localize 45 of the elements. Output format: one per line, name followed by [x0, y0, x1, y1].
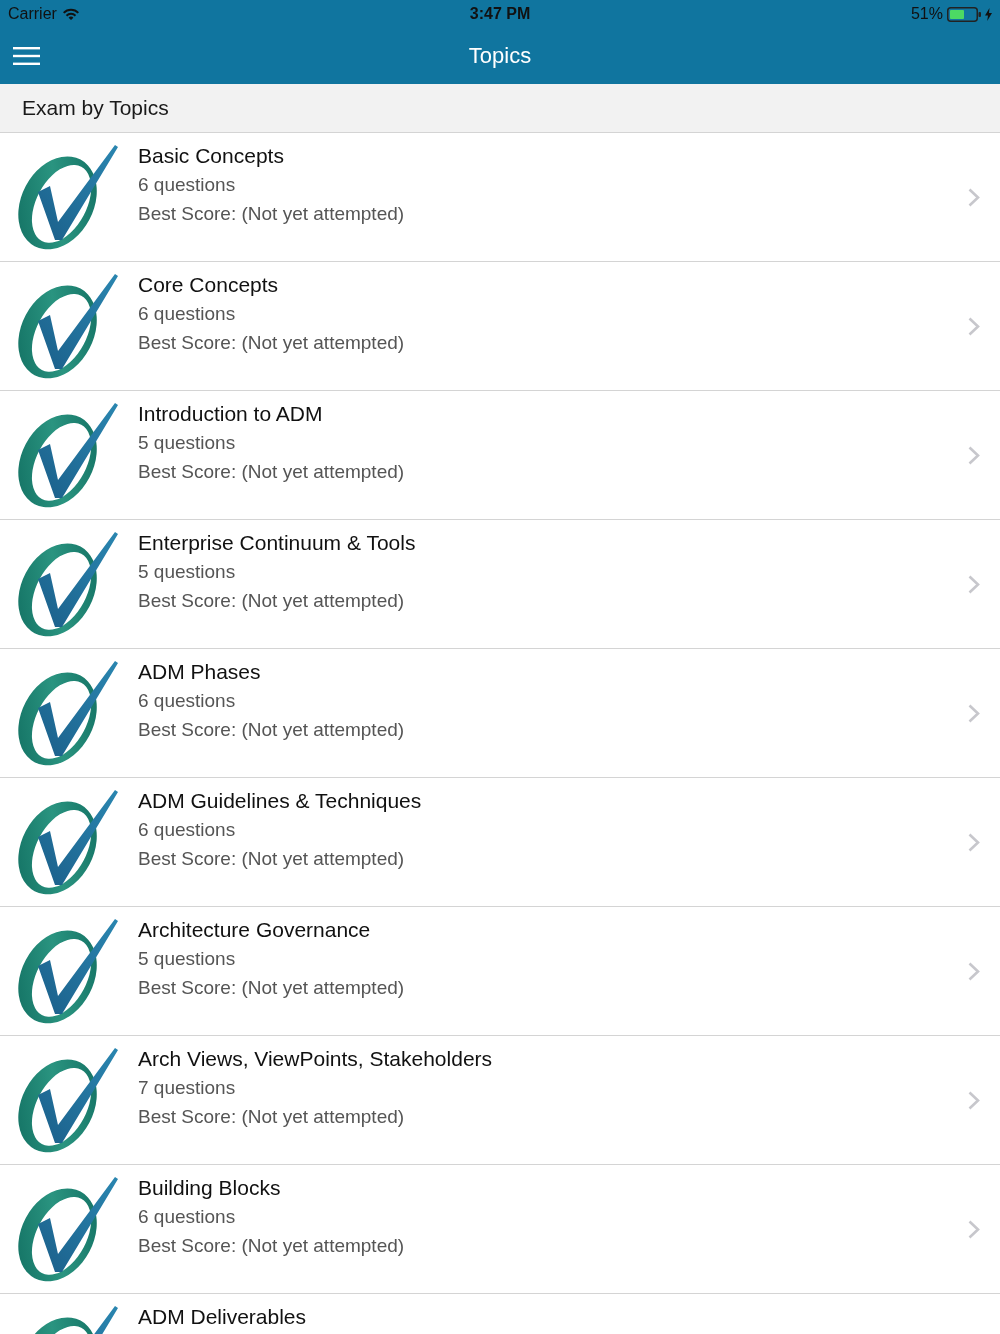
section-title: Exam by Topics: [22, 96, 169, 120]
chevron-right-icon: [968, 445, 980, 465]
best-score: Best Score: (Not yet attempted): [138, 718, 406, 742]
question-count: 5 questions: [138, 947, 237, 971]
question-count: 5 questions: [138, 431, 237, 455]
best-score: Best Score: (Not yet attempted): [138, 976, 406, 1000]
best-score: Best Score: (Not yet attempted): [138, 202, 406, 226]
topic-title: Core Concepts: [138, 272, 280, 298]
best-score: Best Score: (Not yet attempted): [138, 331, 406, 355]
chevron-right-icon: [968, 1090, 980, 1110]
topic-title: Building Blocks: [138, 1175, 282, 1201]
best-score: Best Score: (Not yet attempted): [138, 1234, 406, 1258]
chevron-right-icon: [968, 316, 980, 336]
carrier-name: Carrier: [8, 5, 57, 23]
battery-percentage: 51%: [910, 5, 943, 23]
question-count: 6 questions: [138, 689, 237, 713]
topic-title: ADM Phases: [138, 659, 262, 685]
best-score: Best Score: (Not yet attempted): [138, 460, 406, 484]
question-count: 6 questions: [138, 173, 237, 197]
question-count: 6 questions: [138, 1205, 237, 1229]
status-time: 3:47 PM: [469, 5, 531, 23]
question-count: 5 questions: [138, 560, 237, 584]
best-score: Best Score: (Not yet attempted): [138, 847, 406, 871]
topic-title: ADM Deliverables: [138, 1304, 308, 1330]
chevron-right-icon: [968, 961, 980, 981]
chevron-right-icon: [968, 187, 980, 207]
chevron-right-icon: [968, 574, 980, 594]
question-count: 6 questions: [138, 818, 237, 842]
topic-title: Introduction to ADM: [138, 401, 324, 427]
question-count: 6 questions: [138, 302, 237, 326]
topic-title: Architecture Governance: [138, 917, 372, 943]
topic-title: Arch Views, ViewPoints, Stakeholders: [138, 1046, 494, 1072]
best-score: Best Score: (Not yet attempted): [138, 1105, 406, 1129]
chevron-right-icon: [968, 703, 980, 723]
topic-title: Basic Concepts: [138, 143, 285, 169]
screen-title: Topics: [468, 43, 532, 69]
best-score: Best Score: (Not yet attempted): [138, 589, 406, 613]
menu-icon: [13, 47, 40, 65]
question-count: 7 questions: [138, 1076, 237, 1100]
topic-title: ADM Guidelines & Techniques: [138, 788, 423, 814]
chevron-right-icon: [968, 832, 980, 852]
topic-title: Enterprise Continuum & Tools: [138, 530, 417, 556]
wifi-icon: [62, 8, 79, 20]
chevron-right-icon: [968, 1219, 980, 1239]
battery-icon: [947, 6, 981, 22]
